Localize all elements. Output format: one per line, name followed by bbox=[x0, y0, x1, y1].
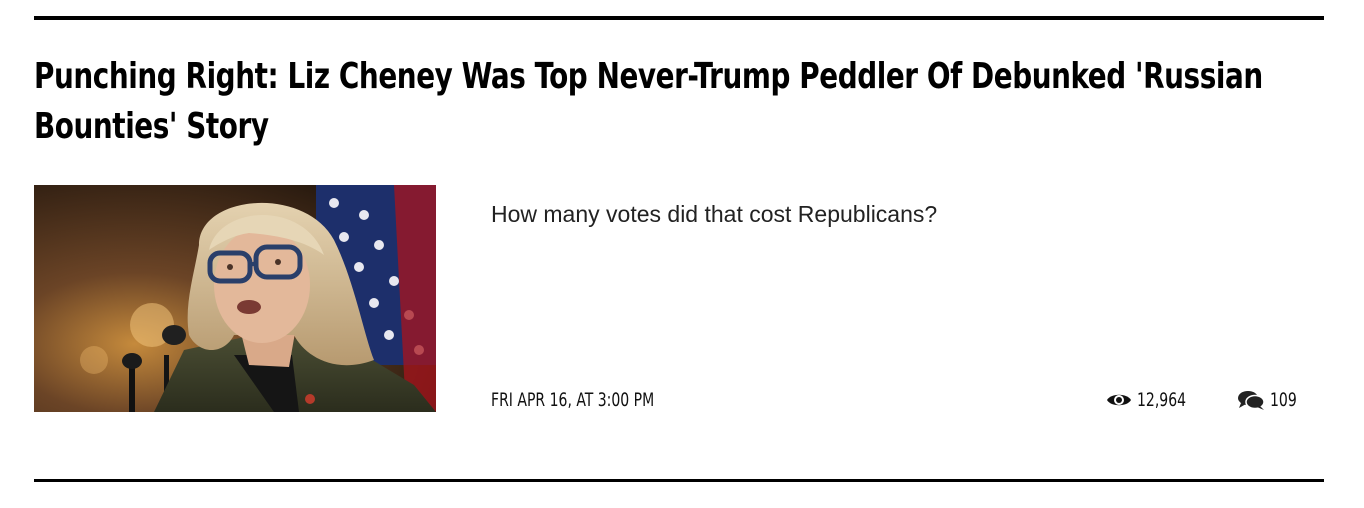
eye-icon bbox=[1107, 394, 1131, 406]
article-headline[interactable]: Punching Right: Liz Cheney Was Top Never… bbox=[34, 52, 1315, 152]
comment-count[interactable]: 109 bbox=[1237, 387, 1303, 413]
view-count-value: 12,964 bbox=[1137, 389, 1187, 411]
comment-bubbles-icon bbox=[1238, 391, 1265, 410]
article-thumbnail[interactable] bbox=[34, 185, 436, 412]
article-teaser: How many votes did that cost Republicans… bbox=[491, 201, 938, 227]
thumbnail-image bbox=[34, 185, 436, 412]
bottom-divider bbox=[34, 479, 1324, 482]
view-count: 12,964 bbox=[1106, 387, 1197, 413]
top-divider bbox=[34, 16, 1324, 20]
comment-count-value: 109 bbox=[1270, 389, 1297, 411]
article-date: FRI APR 16, AT 3:00 PM bbox=[491, 389, 655, 411]
